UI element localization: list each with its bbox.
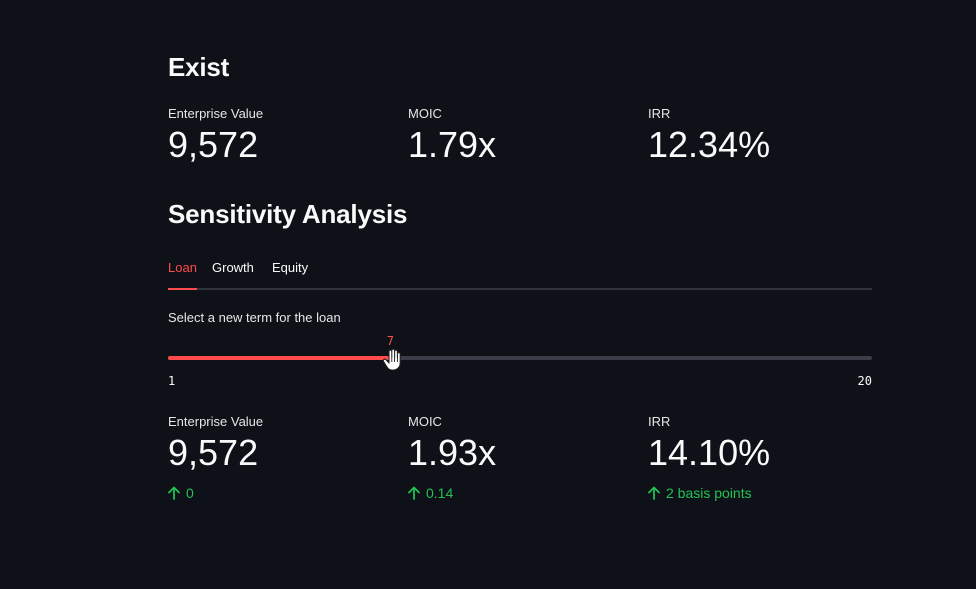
metric-delta-value: 0 — [186, 485, 194, 501]
sensitivity-heading: Sensitivity Analysis — [168, 199, 408, 229]
metric-value: 1.93x — [408, 432, 497, 473]
metric-label: MOIC — [408, 414, 442, 429]
tabs-baseline — [168, 288, 872, 290]
slider-value-label: 7 — [386, 334, 394, 348]
tab-loan[interactable]: Loan — [168, 260, 197, 275]
tab-equity[interactable]: Equity — [272, 260, 308, 275]
metric-label: IRR — [648, 106, 671, 121]
sensitivity-metrics: Enterprise Value 9,572 0 MOIC 1.93x 0.14… — [168, 414, 872, 514]
metric-label: Enterprise Value — [168, 414, 264, 429]
slider-min-label: 1 — [168, 374, 176, 388]
metric-value: 9,572 — [168, 432, 259, 473]
metric-value: 9,572 — [168, 124, 259, 165]
metric-delta-value: 0.14 — [426, 485, 454, 501]
slider-max-label: 20 — [857, 374, 872, 388]
metric-value: 1.79x — [408, 124, 497, 165]
metric-delta: 0.14 — [408, 485, 453, 501]
arrow-up-icon — [168, 486, 180, 500]
loan-term-slider[interactable]: 7 1 20 — [168, 334, 872, 390]
arrow-up-icon — [408, 486, 420, 500]
metric-delta-value: 2 basis points — [666, 485, 752, 501]
metric-label: IRR — [648, 414, 671, 429]
metric-value: 14.10% — [648, 432, 771, 473]
metric-label: Enterprise Value — [168, 106, 264, 121]
tab-growth[interactable]: Growth — [212, 260, 254, 275]
exist-metrics: Enterprise Value 9,572 MOIC 1.79x IRR 12… — [168, 106, 872, 206]
metric-label: MOIC — [408, 106, 442, 121]
arrow-up-icon — [648, 486, 660, 500]
exist-heading: Exist — [168, 52, 230, 82]
metric-delta: 0 — [168, 485, 194, 501]
metric-value: 12.34% — [648, 124, 771, 165]
tab-active-indicator — [168, 288, 197, 290]
sensitivity-tabs: Loan Growth Equity — [168, 252, 872, 290]
hand-cursor-icon[interactable] — [382, 348, 402, 371]
slider-fill — [168, 356, 391, 360]
slider-label: Select a new term for the loan — [168, 310, 341, 325]
metric-delta: 2 basis points — [648, 485, 752, 501]
